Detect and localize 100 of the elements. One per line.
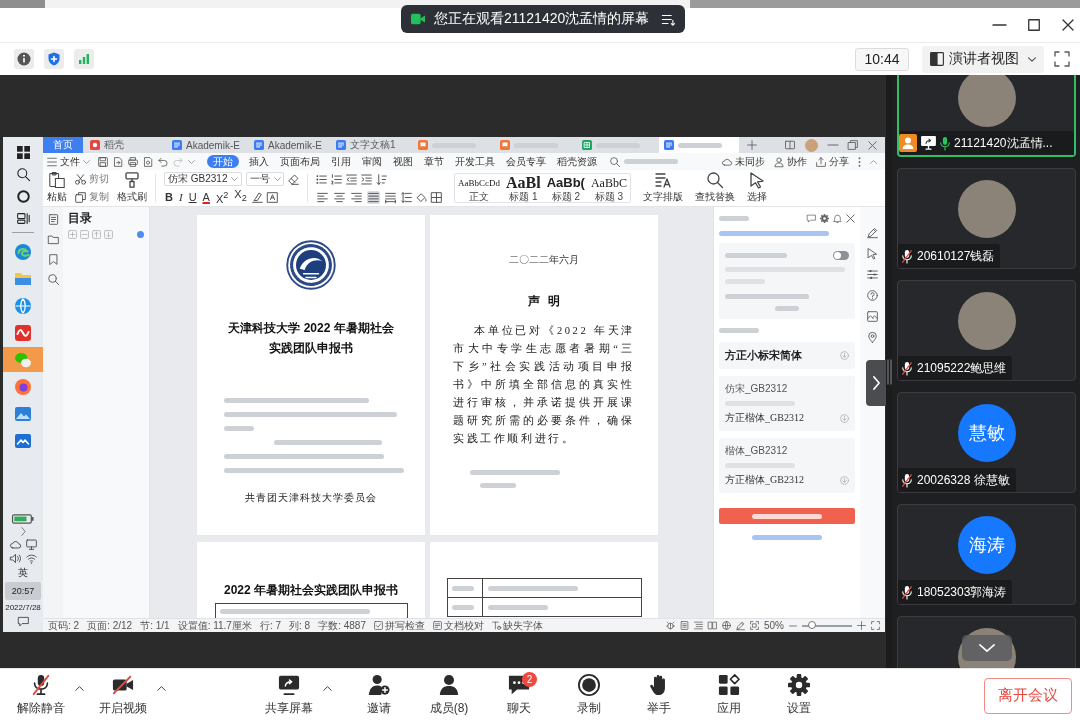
align-button[interactable] xyxy=(384,190,397,204)
borders-icon[interactable] xyxy=(431,191,442,203)
toolbar-button[interactable]: 共享屏幕 xyxy=(258,671,320,720)
maximize-icon[interactable] xyxy=(1028,19,1040,31)
close-icon[interactable] xyxy=(1062,19,1074,31)
toolbar-button[interactable]: 应用 xyxy=(698,671,760,720)
document-tab[interactable] xyxy=(659,137,739,153)
taskbar-app-button[interactable] xyxy=(3,347,43,372)
outdent-icon[interactable] xyxy=(346,173,357,185)
character-border-icon[interactable] xyxy=(266,191,278,203)
pen-icon[interactable] xyxy=(736,621,745,630)
format-button[interactable]: I xyxy=(177,190,184,204)
participant-tile[interactable]: 21095222鲍思维 xyxy=(897,280,1076,381)
font-size-field[interactable]: 一号 xyxy=(246,172,284,186)
style-option[interactable]: AaBb( 标题 2 xyxy=(543,174,588,202)
status-button[interactable]: 拼写检查 xyxy=(373,618,425,632)
export-icon[interactable] xyxy=(113,156,123,167)
toolbar-action-button[interactable]: 未同步 xyxy=(722,154,765,169)
toolbar-action-button[interactable]: 分享 xyxy=(816,154,849,169)
help-icon[interactable] xyxy=(867,290,878,301)
ribbon-tab[interactable]: 会员专享 xyxy=(505,155,547,168)
zoom-level[interactable]: 50% xyxy=(764,620,784,631)
document-tab[interactable]: 文字文稿1 xyxy=(331,137,411,153)
participant-tile[interactable]: 海涛 18052303郭海涛 xyxy=(897,504,1076,605)
sort-icon[interactable] xyxy=(376,173,387,185)
ribbon-tool-button[interactable]: 文字排版 xyxy=(642,172,683,204)
toolbar-button[interactable]: 录制 xyxy=(558,671,620,720)
ribbon-tab[interactable]: 页面布局 xyxy=(279,155,321,168)
paint-bucket-icon[interactable] xyxy=(416,191,427,203)
search-icon[interactable] xyxy=(47,274,59,285)
copy-button[interactable]: 复制 xyxy=(75,190,109,204)
bullet-list-icon[interactable] xyxy=(316,173,327,185)
format-button[interactable]: X$_{2}$ xyxy=(233,188,248,206)
speaker-icon[interactable] xyxy=(9,553,21,564)
window-layout-icon[interactable] xyxy=(785,140,795,150)
ribbon-tab[interactable]: 审阅 xyxy=(361,155,383,168)
info-icon[interactable] xyxy=(14,49,34,69)
document-tab[interactable]: Akademik-E xyxy=(249,137,329,153)
ribbon-tab[interactable]: 引用 xyxy=(330,155,352,168)
print-icon[interactable] xyxy=(128,156,138,167)
toolbar-button[interactable]: 聊天 2 xyxy=(488,671,550,720)
monitor-icon[interactable] xyxy=(25,539,37,550)
location-pin-icon[interactable] xyxy=(867,332,878,343)
ribbon-tab[interactable]: 插入 xyxy=(248,155,270,168)
page-icon[interactable] xyxy=(47,214,59,225)
align-button[interactable] xyxy=(367,190,380,204)
bell-icon[interactable] xyxy=(833,213,842,223)
cursor-icon[interactable] xyxy=(867,248,878,259)
format-painter-button[interactable]: 格式刷 xyxy=(117,172,147,204)
new-tab-icon[interactable] xyxy=(747,140,757,150)
indent-icon[interactable] xyxy=(361,173,372,185)
participant-tile[interactable]: 21121420沈孟情... xyxy=(897,75,1076,157)
ribbon-tab[interactable]: 章节 xyxy=(423,155,445,168)
fullscreen-icon[interactable] xyxy=(871,621,880,630)
shield-icon[interactable] xyxy=(44,49,64,69)
ribbon-tab[interactable]: 视图 xyxy=(392,155,414,168)
format-button[interactable]: X$^{2}$ xyxy=(214,188,230,206)
participant-tile[interactable]: 20610127钱磊 xyxy=(897,168,1076,269)
ribbon-tab[interactable]: 开发工具 xyxy=(454,155,496,168)
pen-icon[interactable] xyxy=(867,227,878,238)
sliders-icon[interactable] xyxy=(867,269,878,280)
undo-icon[interactable] xyxy=(158,156,168,167)
list-menu-icon[interactable] xyxy=(661,12,675,26)
caret-up-icon[interactable] xyxy=(870,159,877,164)
align-button[interactable] xyxy=(350,190,363,204)
more-options-icon[interactable] xyxy=(858,156,861,167)
highlighter-icon[interactable] xyxy=(251,191,263,203)
style-option[interactable]: AaBbC 标题 3 xyxy=(587,174,630,202)
zoom-in-icon[interactable] xyxy=(857,621,866,630)
ribbon-tab[interactable]: 开始 xyxy=(207,155,239,168)
view-mode-button[interactable]: 演讲者视图 xyxy=(922,45,1044,73)
style-option[interactable]: AaBl 标题 1 xyxy=(503,174,544,202)
format-button[interactable]: A xyxy=(201,190,211,204)
cut-button[interactable]: 剪切 xyxy=(75,172,109,186)
restore-icon[interactable] xyxy=(848,140,858,150)
input-method-indicator[interactable]: 英 xyxy=(18,567,28,579)
document-tab[interactable]: 稻壳 xyxy=(85,137,165,153)
outline-view-icon[interactable] xyxy=(694,621,703,630)
ring-icon[interactable] xyxy=(16,190,30,203)
format-button[interactable]: U xyxy=(187,190,198,204)
fullscreen-icon[interactable] xyxy=(1054,51,1070,67)
wifi-icon[interactable] xyxy=(25,553,37,564)
style-option[interactable]: AaBbCcDd 正文 xyxy=(455,174,503,202)
chevron-right-icon[interactable] xyxy=(20,527,26,536)
zoom-slider-thumb[interactable] xyxy=(808,620,816,629)
line-spacing-icon[interactable] xyxy=(401,191,412,203)
font-name-field[interactable]: 仿宋 GB2312 xyxy=(164,172,242,186)
status-button[interactable]: 文档校对 xyxy=(432,618,484,632)
leave-meeting-button[interactable]: 离开会议 xyxy=(984,677,1072,714)
document-tab[interactable]: Akademik-E xyxy=(167,137,247,153)
reading-view-icon[interactable] xyxy=(708,621,717,630)
eraser-icon[interactable] xyxy=(288,173,299,185)
toolbar-button[interactable]: 解除静音 xyxy=(10,671,72,720)
grip-icon[interactable] xyxy=(886,359,892,384)
folder-outline-icon[interactable] xyxy=(47,234,59,245)
web-view-icon[interactable] xyxy=(722,621,731,630)
collapse-handle[interactable] xyxy=(866,360,886,406)
bookmark-icon[interactable] xyxy=(47,254,59,265)
caret-down-icon[interactable] xyxy=(188,159,195,164)
notification-icon[interactable] xyxy=(17,616,29,627)
